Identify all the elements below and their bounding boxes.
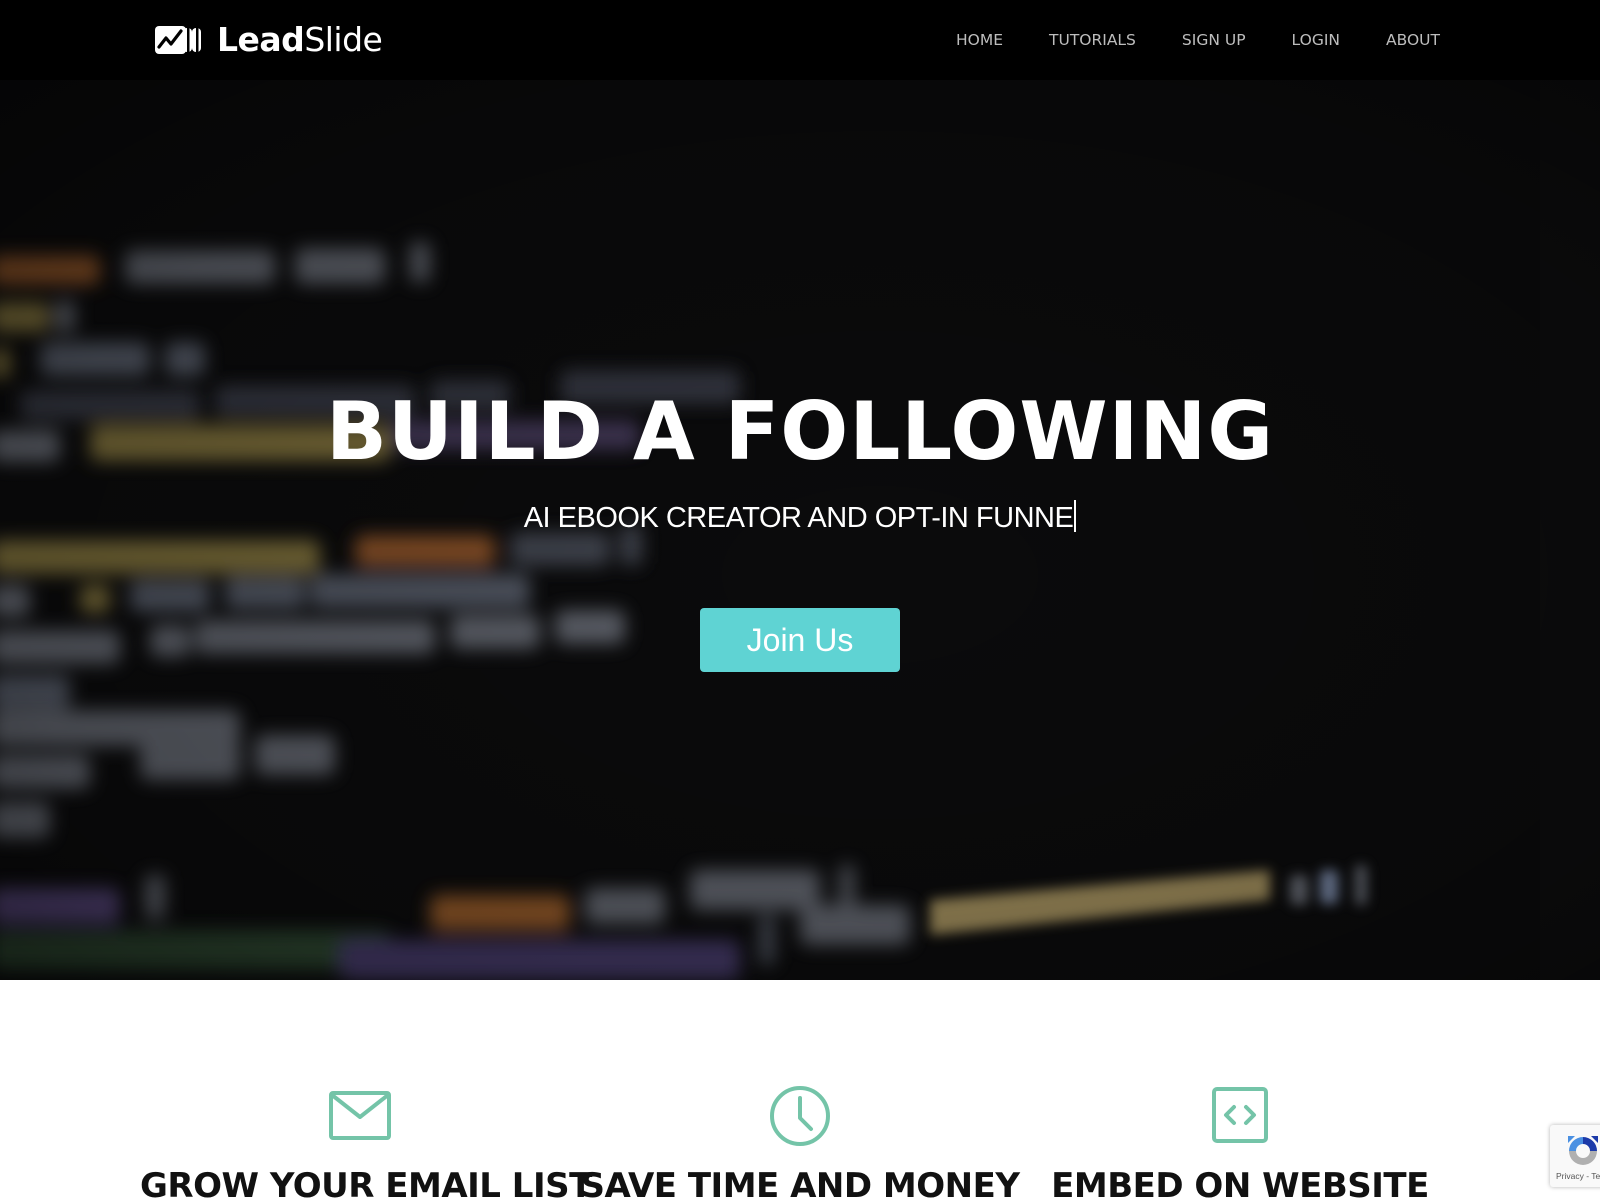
feature-title: SAVE TIME AND MONEY (580, 1166, 1020, 1200)
nav-link-sign-up[interactable]: SIGN UP (1182, 31, 1246, 49)
join-us-button[interactable]: Join Us (700, 608, 900, 672)
recaptcha-badge[interactable]: Privacy - Terms (1550, 1125, 1600, 1187)
nav-link-about[interactable]: ABOUT (1386, 31, 1440, 49)
feature-title: GROW YOUR EMAIL LIST (140, 1166, 592, 1200)
clock-icon (768, 1084, 832, 1148)
hero-title: BUILD A FOLLOWING (325, 385, 1275, 478)
top-navbar: LeadSlide HOME TUTORIALS SIGN UP LOGIN A… (0, 0, 1600, 80)
hero-section: BUILD A FOLLOWING AI EBOOK CREATOR AND O… (0, 80, 1600, 980)
nav-link-home[interactable]: HOME (956, 31, 1003, 49)
nav-link-login[interactable]: LOGIN (1292, 31, 1340, 49)
hero-subtitle: AI EBOOK CREATOR AND OPT-IN FUNNE (0, 498, 1600, 538)
recaptcha-privacy-terms[interactable]: Privacy - Terms (1556, 1171, 1600, 1181)
recaptcha-logo-icon (1565, 1133, 1600, 1169)
logo-text: LeadSlide (217, 20, 383, 59)
logo-slides-chart-icon (155, 25, 205, 55)
nav-link-tutorials[interactable]: TUTORIALS (1049, 31, 1136, 49)
features-section: GROW YOUR EMAIL LIST SAVE TIME AND MONEY… (0, 980, 1600, 1200)
typing-caret (1074, 500, 1077, 532)
feature-title: EMBED ON WEBSITE (1051, 1166, 1429, 1200)
envelope-icon (328, 1084, 392, 1148)
code-embed-icon (1208, 1084, 1272, 1148)
nav-links: HOME TUTORIALS SIGN UP LOGIN ABOUT (910, 0, 1440, 80)
hero-subtitle-text: AI EBOOK CREATOR AND OPT-IN FUNNE (523, 502, 1074, 534)
logo-link[interactable]: LeadSlide (155, 20, 383, 59)
